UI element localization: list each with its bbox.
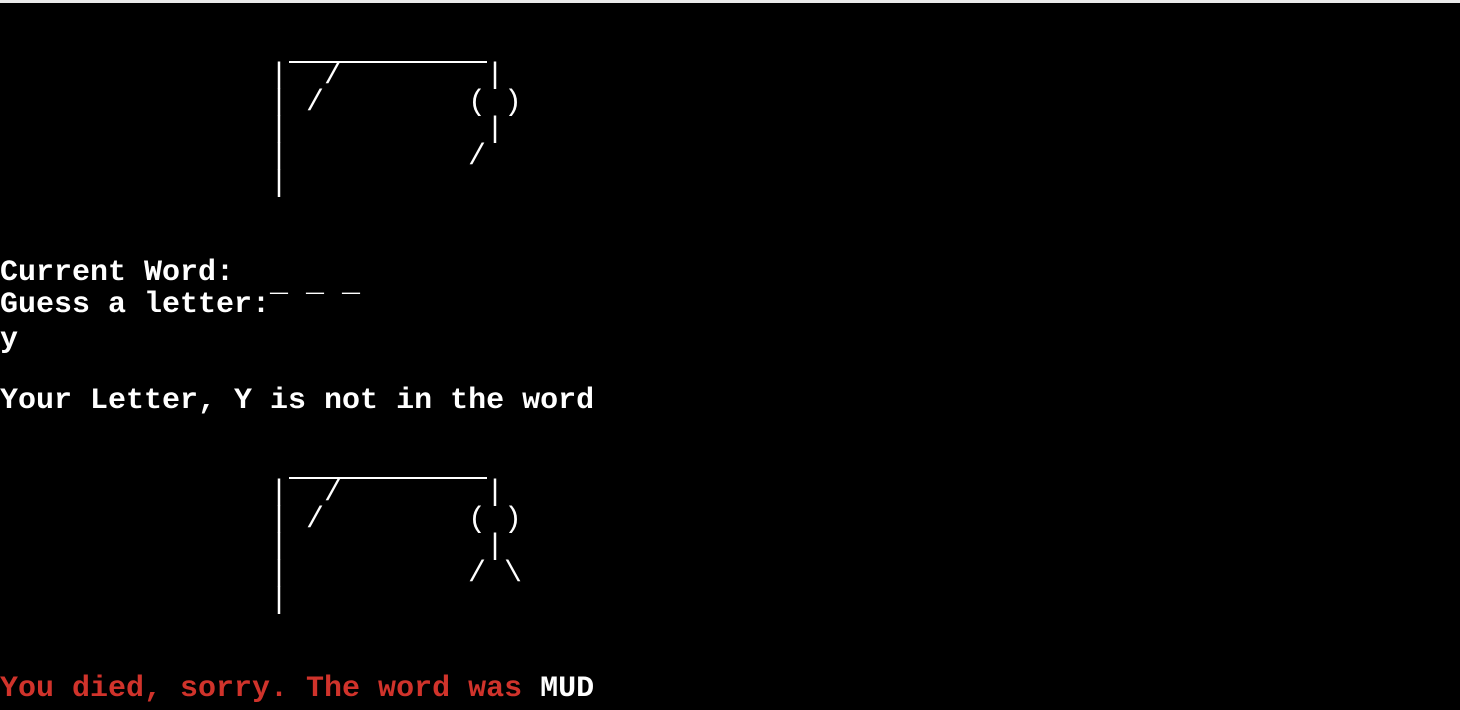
terminal-output[interactable]: | / | | / ( ) | | | / | Current Word: _ …	[0, 3, 1460, 710]
result-word: MUD	[540, 672, 595, 706]
feedback-message: Your Letter, Y is not in the word	[0, 384, 595, 418]
result-line: You died, sorry. The word was MUD	[0, 672, 594, 706]
hangman-drawing-1: | / | | / ( ) | | | / |	[270, 59, 523, 201]
guess-input-echo: y	[0, 323, 19, 357]
hangman-drawing-2: | / | | / ( ) | | | / \ |	[270, 476, 523, 618]
guess-prompt: Guess a letter:	[0, 288, 271, 322]
current-word-label: Current Word:	[0, 256, 235, 290]
current-word-value: _ _ _	[270, 267, 361, 301]
result-message: You died, sorry. The word was	[0, 672, 523, 706]
